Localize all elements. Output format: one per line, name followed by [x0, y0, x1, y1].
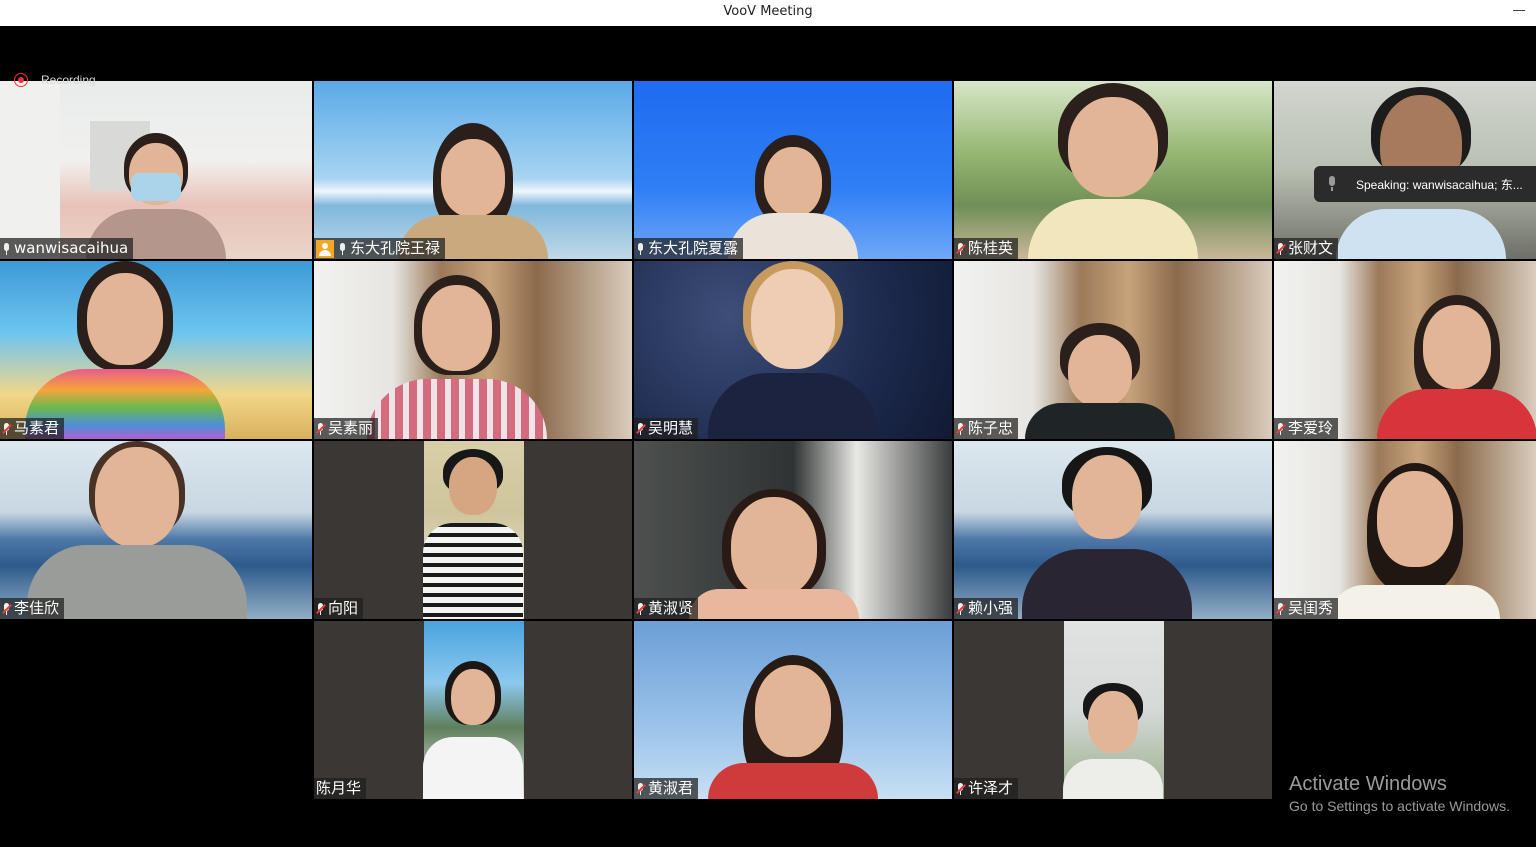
host-icon — [316, 239, 334, 258]
video-tile[interactable]: 陈月华 — [314, 621, 632, 799]
window-title: VooV Meeting — [723, 4, 813, 19]
video-tile[interactable]: 黄淑君 — [634, 621, 952, 799]
video-tile[interactable]: 吴明慧 — [634, 261, 952, 439]
participant-video — [1063, 621, 1163, 799]
microphone-icon — [636, 242, 645, 255]
recording-indicator: Recording — [14, 72, 96, 88]
microphone-muted-icon — [956, 242, 966, 255]
video-tile[interactable]: 东大孔院王禄 — [314, 81, 632, 259]
microphone-muted-icon — [316, 602, 326, 615]
participant-name-tag: wanwisacaihua — [0, 238, 134, 259]
top-toolbar-area — [0, 26, 1536, 81]
speaking-indicator: Speaking: wanwisacaihua; 东... — [1314, 166, 1536, 202]
participant-video — [423, 441, 523, 619]
participant-video — [367, 261, 548, 439]
participant-video — [703, 81, 883, 259]
participant-video — [703, 261, 883, 439]
microphone-icon — [1326, 176, 1338, 192]
participant-video — [423, 621, 523, 799]
microphone-muted-icon — [956, 782, 966, 795]
microphone-muted-icon — [636, 782, 646, 795]
video-tile[interactable]: 陈桂英 — [954, 81, 1272, 259]
video-tile[interactable]: 李佳欣 — [0, 441, 312, 619]
microphone-muted-icon — [2, 422, 12, 435]
participant-video — [1023, 81, 1203, 259]
participant-name-tag: 张财文 — [1274, 238, 1339, 259]
speaking-label: Speaking: wanwisacaihua; 东... — [1356, 177, 1523, 192]
participant-video — [383, 81, 563, 259]
windows-activation-watermark: Activate Windows Go to Settings to activ… — [1289, 772, 1510, 816]
microphone-icon — [2, 242, 11, 255]
participant-name-tag: 李爱玲 — [1274, 418, 1339, 439]
participant-video — [27, 441, 248, 619]
video-tile[interactable]: wanwisacaihua — [0, 81, 312, 259]
video-tile[interactable]: 李爱玲 — [1274, 261, 1536, 439]
recording-label: Recording — [41, 73, 96, 87]
microphone-icon — [338, 242, 347, 255]
microphone-muted-icon — [956, 602, 966, 615]
participant-name-tag: 陈月华 — [314, 778, 367, 799]
participant-name-tag: 东大孔院王禄 — [314, 238, 446, 259]
microphone-muted-icon — [1276, 602, 1286, 615]
participant-name-tag: 吴闺秀 — [1274, 598, 1339, 619]
video-tile[interactable]: 许泽才 — [954, 621, 1272, 799]
participant-name-tag: 黄淑贤 — [634, 598, 699, 619]
microphone-muted-icon — [1276, 422, 1286, 435]
activation-subtitle: Go to Settings to activate Windows. — [1289, 798, 1510, 814]
video-tile[interactable]: 黄淑贤 — [634, 441, 952, 619]
participant-video — [1325, 441, 1505, 619]
microphone-muted-icon — [2, 602, 12, 615]
microphone-muted-icon — [636, 602, 646, 615]
participant-video — [684, 441, 864, 619]
video-grid: wanwisacaihua 东大孔院王禄 东大孔院夏露 陈桂英 张财文 马素君 … — [0, 81, 1536, 801]
activation-title: Activate Windows — [1289, 773, 1447, 795]
video-tile[interactable]: 陈子忠 — [954, 261, 1272, 439]
participant-name-tag: 黄淑君 — [634, 778, 699, 799]
record-icon — [14, 73, 28, 87]
video-tile[interactable]: 赖小强 — [954, 441, 1272, 619]
video-tile[interactable]: 马素君 — [0, 261, 312, 439]
participant-name-tag: 陈子忠 — [954, 418, 1019, 439]
participant-name-tag: 许泽才 — [954, 778, 1019, 799]
video-tile[interactable]: 吴闺秀 — [1274, 441, 1536, 619]
video-tile[interactable]: 向阳 — [314, 441, 632, 619]
participant-video — [1017, 441, 1197, 619]
participant-name-tag: 李佳欣 — [0, 598, 65, 619]
title-bar: VooV Meeting — [0, 0, 1536, 26]
participant-name-tag: 向阳 — [314, 598, 364, 619]
video-tile[interactable]: 东大孔院夏露 — [634, 81, 952, 259]
microphone-muted-icon — [316, 422, 326, 435]
participant-video — [1010, 261, 1190, 439]
microphone-muted-icon — [1276, 242, 1286, 255]
microphone-muted-icon — [636, 422, 646, 435]
participant-name-tag: 东大孔院夏露 — [634, 238, 744, 259]
participant-name-tag: 吴素丽 — [314, 418, 379, 439]
participant-name-tag: 赖小强 — [954, 598, 1019, 619]
minimize-icon[interactable] — [1512, 2, 1526, 16]
participant-video — [66, 81, 246, 259]
participant-name-tag: 陈桂英 — [954, 238, 1019, 259]
participant-name-tag: 吴明慧 — [634, 418, 699, 439]
participant-video — [24, 261, 225, 439]
microphone-muted-icon — [956, 422, 966, 435]
participant-name-tag: 马素君 — [0, 418, 65, 439]
video-tile[interactable]: 吴素丽 — [314, 261, 632, 439]
participant-video — [1367, 261, 1536, 439]
participant-video — [703, 621, 883, 799]
